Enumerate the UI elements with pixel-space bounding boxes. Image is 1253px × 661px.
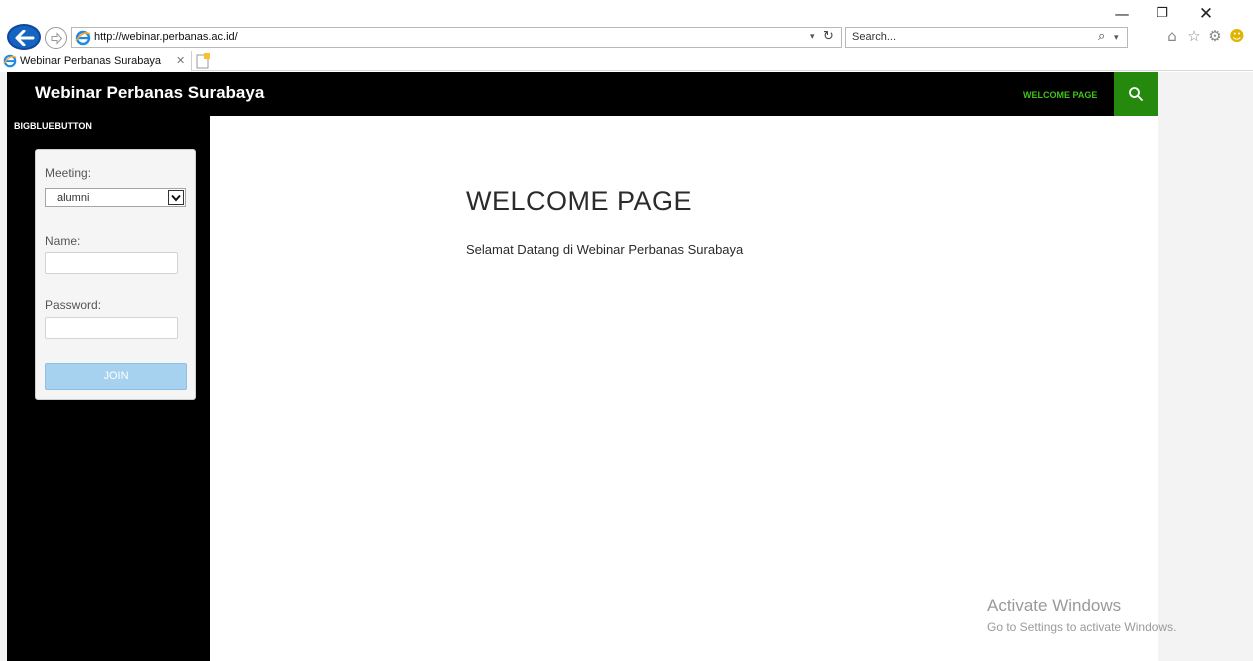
site-container: Webinar Perbanas Surabaya WELCOME PAGE B… — [7, 72, 1158, 661]
search-icon[interactable]: ⌕ — [1098, 29, 1105, 44]
minimize-button[interactable]: — — [1110, 5, 1134, 23]
password-input[interactable] — [45, 317, 178, 339]
address-dropdown-icon[interactable]: ▾ — [810, 31, 815, 42]
search-icon — [1129, 87, 1143, 101]
tab-title: Webinar Perbanas Surabaya — [20, 55, 162, 67]
welcome-text: Selamat Datang di Webinar Perbanas Surab… — [466, 242, 744, 257]
name-label: Name: — [45, 234, 81, 248]
browser-chrome: — ❐ ✕ http://webinar.perbanas.ac.id/ ▾ ↻… — [0, 0, 1253, 72]
site-header: Webinar Perbanas Surabaya WELCOME PAGE — [7, 72, 1158, 116]
smiley-feedback-icon[interactable]: ☻ — [1228, 27, 1246, 45]
ie-page-icon — [75, 30, 91, 46]
join-button[interactable]: JOIN — [45, 363, 187, 390]
main-content: WELCOME PAGE Selamat Datang di Webinar P… — [210, 116, 1158, 661]
browser-search-box[interactable]: Search... ⌕ ▾ — [845, 27, 1128, 48]
search-dropdown-icon[interactable]: ▾ — [1114, 32, 1119, 43]
forward-button[interactable] — [45, 27, 67, 49]
meeting-select[interactable]: alumni — [45, 188, 186, 207]
meeting-label: Meeting: — [45, 166, 92, 180]
forward-arrow-icon — [51, 32, 63, 45]
new-tab-icon[interactable] — [195, 53, 211, 69]
close-window-button[interactable]: ✕ — [1194, 5, 1218, 23]
site-title[interactable]: Webinar Perbanas Surabaya — [35, 83, 264, 103]
site-search-button[interactable] — [1114, 72, 1158, 116]
restore-button[interactable]: ❐ — [1150, 5, 1174, 23]
widget-title: BIGBLUEBUTTON — [14, 121, 92, 131]
activate-windows-title: Activate Windows — [987, 596, 1122, 615]
tab-webinar[interactable]: Webinar Perbanas Surabaya ✕ — [0, 51, 192, 71]
home-icon[interactable]: ⌂ — [1163, 27, 1181, 45]
password-label: Password: — [45, 298, 102, 312]
back-button[interactable] — [7, 24, 41, 50]
name-input[interactable] — [45, 252, 178, 274]
tab-close-icon[interactable]: ✕ — [176, 54, 185, 67]
back-arrow-icon — [15, 30, 35, 46]
activate-windows-subtitle: Go to Settings to activate Windows. — [987, 620, 1177, 634]
search-placeholder: Search... — [852, 31, 897, 43]
address-bar[interactable]: http://webinar.perbanas.ac.id/ ▾ ↻ — [71, 27, 842, 48]
chevron-down-icon[interactable] — [168, 190, 184, 205]
page-viewport: Webinar Perbanas Surabaya WELCOME PAGE B… — [0, 72, 1253, 661]
meeting-selected-value: alumni — [57, 192, 90, 204]
nav-item-welcome-page[interactable]: WELCOME PAGE — [1023, 90, 1097, 100]
gear-icon[interactable]: ⚙ — [1206, 27, 1224, 45]
ie-tab-icon — [3, 54, 17, 68]
join-meeting-form: Meeting: alumni Name: Password: JOIN — [35, 149, 196, 400]
favorites-star-icon[interactable]: ☆ — [1185, 27, 1203, 45]
refresh-icon[interactable]: ↻ — [823, 29, 834, 44]
page-title: WELCOME PAGE — [466, 186, 693, 216]
tab-strip: Webinar Perbanas Surabaya ✕ — [0, 51, 1253, 71]
sidebar: BIGBLUEBUTTON Meeting: alumni Name: Pass… — [7, 116, 210, 661]
url-text: http://webinar.perbanas.ac.id/ — [94, 31, 238, 43]
